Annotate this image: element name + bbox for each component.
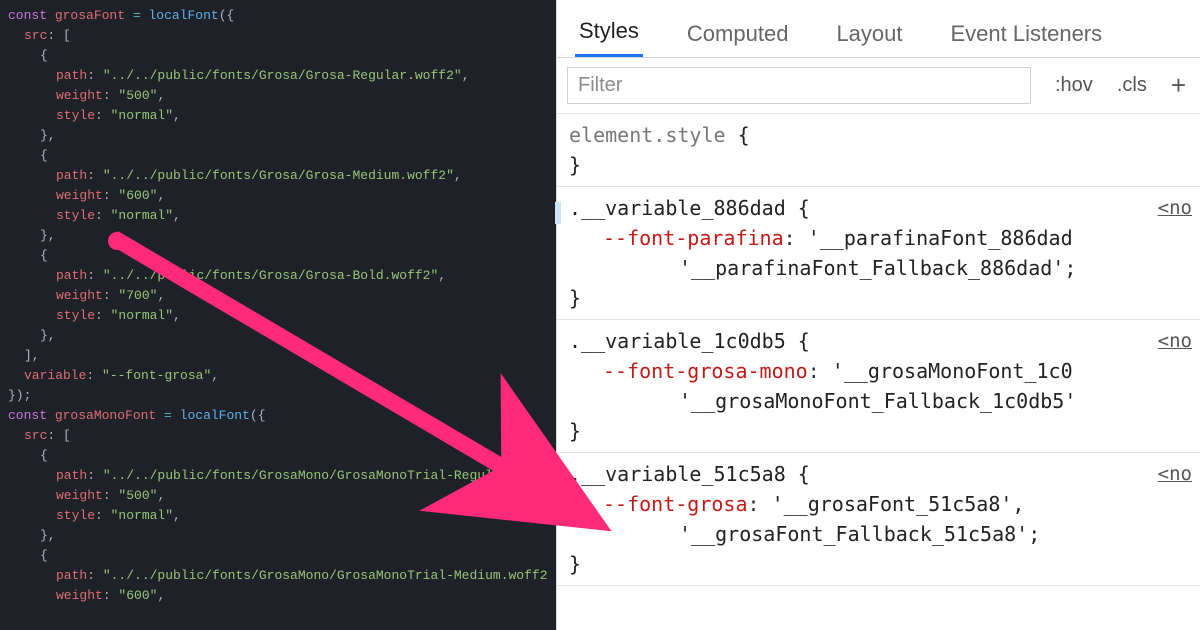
rule-selector[interactable]: element.style	[569, 123, 738, 147]
style-declaration[interactable]: --font-grosa: '__grosaFont_51c5a8',	[569, 489, 1188, 519]
code-line[interactable]: ],	[0, 346, 556, 366]
code-line[interactable]: {	[0, 546, 556, 566]
code-line[interactable]: });	[0, 386, 556, 406]
devtools-panel: Styles Computed Layout Event Listeners :hov…	[556, 0, 1200, 630]
tab-styles[interactable]: Styles	[575, 18, 643, 57]
property-value-cont[interactable]: '__grosaMonoFont_Fallback_1c0db5'	[569, 386, 1188, 416]
code-line[interactable]: path: "../../public/fonts/Grosa/Grosa-Me…	[0, 166, 556, 186]
code-line[interactable]: variable: "--font-grosa",	[0, 366, 556, 386]
property-value[interactable]: '__grosaFont_51c5a8',	[772, 492, 1025, 516]
rule-origin-link[interactable]: <no	[1158, 459, 1192, 489]
property-value-cont[interactable]: '__parafinaFont_Fallback_886dad';	[569, 253, 1188, 283]
code-line[interactable]: {	[0, 146, 556, 166]
style-declaration[interactable]: --font-grosa-mono: '__grosaMonoFont_1c0	[569, 356, 1188, 386]
styles-filter-input[interactable]	[567, 67, 1031, 104]
style-rule[interactable]: <no.__variable_1c0db5 {--font-grosa-mono…	[557, 320, 1200, 453]
property-value[interactable]: '__grosaMonoFont_1c0	[832, 359, 1073, 383]
rule-selector[interactable]: .__variable_51c5a8	[569, 462, 798, 486]
hov-toggle[interactable]: :hov	[1055, 74, 1093, 97]
code-line[interactable]: src: [	[0, 26, 556, 46]
code-line[interactable]: weight: "600",	[0, 586, 556, 606]
style-declaration[interactable]: --font-parafina: '__parafinaFont_886dad	[569, 223, 1188, 253]
code-line[interactable]: const grosaFont = localFont({	[0, 6, 556, 26]
property-name[interactable]: --font-grosa-mono	[603, 359, 808, 383]
code-line[interactable]: style: "normal",	[0, 206, 556, 226]
code-line[interactable]: const grosaMonoFont = localFont({	[0, 406, 556, 426]
code-line[interactable]: src: [	[0, 426, 556, 446]
property-name[interactable]: --font-grosa	[603, 492, 748, 516]
property-value-cont[interactable]: '__grosaFont_Fallback_51c5a8';	[569, 519, 1188, 549]
code-line[interactable]: path: "../../public/fonts/Grosa/Grosa-Bo…	[0, 266, 556, 286]
code-line[interactable]: weight: "500",	[0, 486, 556, 506]
code-line[interactable]: },	[0, 126, 556, 146]
tab-computed[interactable]: Computed	[683, 21, 793, 57]
style-rule[interactable]: <no.__variable_51c5a8 {--font-grosa: '__…	[557, 453, 1200, 586]
styles-rules[interactable]: element.style {}<no.__variable_886dad {-…	[557, 114, 1200, 630]
code-line[interactable]: {	[0, 46, 556, 66]
code-line[interactable]: path: "../../public/fonts/GrosaMono/Gros…	[0, 466, 556, 486]
code-line[interactable]: path: "../../public/fonts/GrosaMono/Gros…	[0, 566, 556, 586]
styles-filter-row: :hov .cls +	[557, 58, 1200, 114]
code-line[interactable]: style: "normal",	[0, 106, 556, 126]
property-value[interactable]: '__parafinaFont_886dad	[808, 226, 1073, 250]
code-line[interactable]: style: "normal",	[0, 506, 556, 526]
code-line[interactable]: {	[0, 446, 556, 466]
code-line[interactable]: weight: "500",	[0, 86, 556, 106]
new-style-rule-icon[interactable]: +	[1171, 70, 1186, 101]
rule-selector[interactable]: .__variable_886dad	[569, 196, 798, 220]
tab-layout[interactable]: Layout	[832, 21, 906, 57]
code-line[interactable]: },	[0, 526, 556, 546]
style-rule[interactable]: element.style {}	[557, 114, 1200, 187]
code-line[interactable]: style: "normal",	[0, 306, 556, 326]
rule-origin-link[interactable]: <no	[1158, 193, 1192, 223]
rule-origin-link[interactable]: <no	[1158, 326, 1192, 356]
style-rule[interactable]: <no.__variable_886dad {--font-parafina: …	[557, 187, 1200, 320]
code-line[interactable]: },	[0, 226, 556, 246]
code-line[interactable]: {	[0, 246, 556, 266]
code-line[interactable]: },	[0, 326, 556, 346]
cls-toggle[interactable]: .cls	[1117, 74, 1147, 97]
code-line[interactable]: weight: "600",	[0, 186, 556, 206]
devtools-tabs: Styles Computed Layout Event Listeners	[557, 0, 1200, 58]
code-line[interactable]: weight: "700",	[0, 286, 556, 306]
code-editor[interactable]: const grosaFont = localFont({src: [{path…	[0, 0, 556, 630]
rule-selector[interactable]: .__variable_1c0db5	[569, 329, 798, 353]
tab-event-listeners[interactable]: Event Listeners	[947, 21, 1107, 57]
property-name[interactable]: --font-parafina	[603, 226, 784, 250]
code-line[interactable]: path: "../../public/fonts/Grosa/Grosa-Re…	[0, 66, 556, 86]
